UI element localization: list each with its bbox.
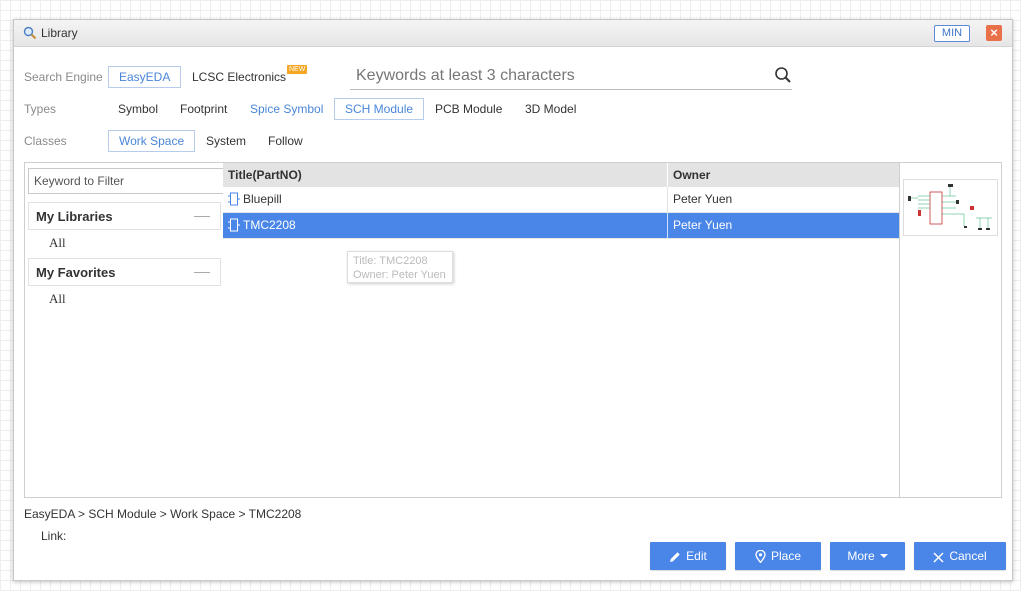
my-favorites-header[interactable]: My Favorites: [28, 258, 221, 286]
type-footprint[interactable]: Footprint: [170, 98, 237, 120]
caret-down-icon: [879, 554, 888, 558]
my-libraries-header[interactable]: My Libraries: [28, 202, 221, 230]
results-table: Title(PartNO) Owner Bluepill Peter Yuen …: [223, 162, 900, 498]
place-button[interactable]: Place: [735, 542, 821, 570]
search-icon: [23, 26, 37, 40]
row-title-cell: Bluepill: [223, 187, 667, 212]
preview-panel: [899, 162, 1002, 498]
type-sch-module[interactable]: SCH Module: [334, 98, 425, 120]
tooltip-owner: Owner: Peter Yuen: [353, 269, 446, 281]
types-label: Types: [24, 102, 57, 116]
row-title-cell: TMC2208: [223, 213, 667, 238]
my-favorites-title: My Favorites: [36, 265, 116, 280]
table-header: Title(PartNO) Owner: [223, 163, 899, 187]
library-tree-panel: My Libraries All My Favorites All: [24, 162, 225, 498]
class-work-space[interactable]: Work Space: [108, 130, 196, 152]
row-tooltip: Title: TMC2208 Owner: Peter Yuen: [347, 251, 453, 283]
row-title: Bluepill: [243, 192, 282, 206]
close-button[interactable]: ×: [986, 25, 1002, 41]
link-label: Link:: [41, 529, 67, 543]
minimize-button[interactable]: MIN: [934, 25, 970, 42]
classes-label: Classes: [24, 134, 67, 148]
my-libraries-title: My Libraries: [36, 209, 113, 224]
column-title[interactable]: Title(PartNO): [223, 163, 667, 187]
my-favorites-all[interactable]: All: [49, 291, 66, 307]
edit-button[interactable]: Edit: [650, 542, 726, 570]
row-title: TMC2208: [243, 218, 296, 232]
collapse-icon[interactable]: [194, 216, 210, 217]
tooltip-title: Title: TMC2208: [353, 255, 428, 267]
engine-easyeda[interactable]: EasyEDA: [108, 66, 182, 88]
type-spice-symbol[interactable]: Spice Symbol: [240, 98, 333, 120]
title-bar[interactable]: Library MIN ×: [14, 20, 1012, 47]
collapse-icon[interactable]: [194, 272, 210, 273]
type-pcb-module[interactable]: PCB Module: [425, 98, 512, 120]
new-badge: NEW: [287, 65, 308, 74]
breadcrumb: EasyEDA > SCH Module > Work Space > TMC2…: [24, 507, 302, 521]
cancel-button[interactable]: Cancel: [914, 542, 1006, 570]
my-libraries-all[interactable]: All: [49, 235, 66, 251]
sch-module-icon: [228, 218, 240, 232]
row-owner: Peter Yuen: [667, 187, 899, 212]
table-row-selected[interactable]: TMC2208 Peter Yuen: [223, 213, 899, 239]
pencil-icon: [670, 552, 680, 562]
engine-lcsc[interactable]: LCSC Electronics: [182, 66, 296, 88]
class-follow[interactable]: Follow: [258, 130, 313, 152]
search-input[interactable]: [354, 64, 758, 88]
window-title: Library: [41, 26, 78, 40]
cancel-label: Cancel: [949, 549, 987, 563]
filter-input[interactable]: [28, 168, 225, 194]
sch-module-icon: [228, 192, 240, 206]
more-label: More: [847, 549, 875, 563]
type-3d-model[interactable]: 3D Model: [515, 98, 586, 120]
map-pin-icon: [755, 549, 766, 564]
edit-label: Edit: [686, 549, 707, 563]
type-symbol[interactable]: Symbol: [108, 98, 168, 120]
search-icon[interactable]: [774, 66, 792, 84]
search-engine-label: Search Engine: [24, 70, 103, 84]
search-box: [350, 64, 792, 90]
table-row[interactable]: Bluepill Peter Yuen: [223, 187, 899, 213]
class-system[interactable]: System: [196, 130, 256, 152]
close-icon: [933, 552, 944, 563]
column-owner[interactable]: Owner: [667, 163, 899, 187]
library-dialog: Library MIN × Search Engine EasyEDA LCSC…: [13, 19, 1013, 581]
more-button[interactable]: More: [830, 542, 905, 570]
schematic-thumbnail[interactable]: [903, 179, 998, 236]
row-owner: Peter Yuen: [667, 213, 899, 238]
place-label: Place: [770, 549, 802, 563]
